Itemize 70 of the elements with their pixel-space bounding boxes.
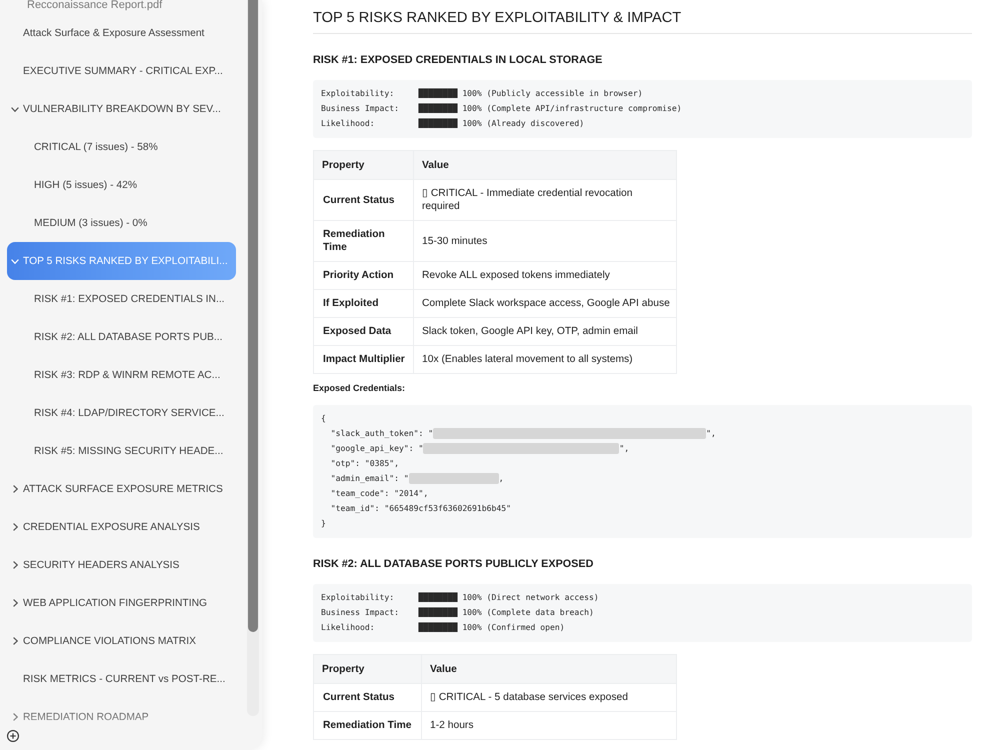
code-text: "otp": "0385", [330, 458, 399, 469]
table-cell: ▯ CRITICAL - Immediate credential revocation required [414, 180, 676, 220]
table-cell: 15-30 minutes [414, 220, 676, 262]
table-cell: Remediation Time [314, 712, 422, 740]
tree-item[interactable]: RISK #5: MISSING SECURITY HEADE... [7, 432, 236, 470]
code-text: "admin_email": " [330, 473, 409, 484]
table-cell: Revoke ALL exposed tokens immediately [414, 262, 676, 290]
code-text: Business Impact: ████████ 100% (Complete data breach) [321, 607, 594, 618]
tree-item[interactable]: REMEDIATION ROADMAP [7, 698, 236, 736]
tree-item[interactable]: CREDENTIAL EXPOSURE ANALYSIS [7, 508, 236, 546]
tree-item[interactable]: ATTACK SURFACE EXPOSURE METRICS [7, 470, 236, 508]
chevron-right-icon[interactable] [12, 485, 18, 493]
code-text: Likelihood: ████████ 100% (Already discovered) [321, 118, 584, 129]
code-text: ", [619, 443, 630, 454]
section-heading: RISK #2: ALL DATABASE PORTS PUBLICLY EXPOSED [313, 557, 594, 572]
chevron-right-icon[interactable] [12, 523, 18, 531]
code-text: "team_id": "665489cf53f63602691b6b45" [330, 503, 512, 514]
table-cell: Complete Slack workspace access, Google API abuse [414, 290, 676, 318]
scrollbar-thumb[interactable] [248, 0, 258, 632]
code-text: "team_code": "2014", [330, 488, 428, 499]
tree-item[interactable]: RISK METRICS - CURRENT vs POST-RE... [7, 660, 236, 698]
table-cell: Impact Multiplier [314, 346, 414, 374]
column-header: Property [314, 654, 422, 684]
column-header: Value [422, 654, 676, 684]
table-cell: Priority Action [314, 262, 414, 290]
code-text: "slack_auth_token": " [330, 428, 434, 439]
code-text: "google_api_key": " [330, 443, 424, 454]
chevron-right-icon[interactable] [12, 713, 18, 721]
column-header: Property [314, 150, 414, 180]
code-text: Exploitability: ████████ 100% (Publicly accessible in browser) [321, 88, 643, 99]
tree-item[interactable]: EXECUTIVE SUMMARY - CRITICAL EXP... [7, 52, 236, 90]
tree-item[interactable]: VULNERABILITY BREAKDOWN BY SEV... [7, 90, 236, 128]
tree-item[interactable]: RISK #3: RDP & WINRM REMOTE AC... [7, 356, 236, 394]
file-title: Recconaissance Report.pdf [26, 0, 162, 13]
code-text: Business Impact: ████████ 100% (Complete API/infrastructure compromise) [321, 103, 682, 114]
chevron-down-icon[interactable] [11, 106, 19, 112]
plus-circle-icon[interactable] [7, 730, 19, 742]
code-text: } [321, 518, 326, 529]
tree-item[interactable]: COMPLIANCE VIOLATIONS MATRIX [7, 622, 236, 660]
section-heading: RISK #1: EXPOSED CREDENTIALS IN LOCAL STORAGE [313, 53, 602, 68]
tree-item[interactable]: RISK #1: EXPOSED CREDENTIALS IN... [7, 280, 236, 318]
tree-item[interactable]: CRITICAL (7 issues) - 58% [7, 128, 236, 166]
table-cell: If Exploited [314, 290, 414, 318]
scrollbar-track[interactable] [247, 0, 259, 716]
table-cell: Current Status [314, 684, 422, 712]
column-header: Value [414, 150, 676, 180]
document-title: TOP 5 RISKS RANKED BY EXPLOITABILITY & IMPACT [313, 8, 972, 34]
tree-item[interactable]: MEDIUM (3 issues) - 0% [7, 204, 236, 242]
table-cell: ▯ CRITICAL - 5 database services exposed [422, 684, 676, 712]
code-text: { [321, 413, 326, 424]
table-cell: Slack token, Google API key, OTP, admin email [414, 318, 676, 346]
table-cell: Exposed Data [314, 318, 414, 346]
tree-item[interactable]: RISK #2: ALL DATABASE PORTS PUB... [7, 318, 236, 356]
table-cell: Remediation Time [314, 220, 414, 262]
code-text: , [498, 473, 504, 484]
chevron-right-icon[interactable] [12, 599, 18, 607]
chevron-right-icon[interactable] [12, 561, 18, 569]
tree-item[interactable]: SECURITY HEADERS ANALYSIS [7, 546, 236, 584]
table-cell: 10x (Enables lateral movement to all systems) [414, 346, 676, 374]
tree-item[interactable]: RISK #4: LDAP/DIRECTORY SERVICE... [7, 394, 236, 432]
tree-item[interactable]: HIGH (5 issues) - 42% [7, 166, 236, 204]
code-text: Exploitability: ████████ 100% (Direct network access) [321, 592, 599, 603]
tree-item[interactable]: Attack Surface & Exposure Assessment [7, 14, 236, 52]
chevron-right-icon[interactable] [12, 637, 18, 645]
tree-item[interactable]: WEB APPLICATION FINGERPRINTING [7, 584, 236, 622]
code-text: Likelihood: ████████ 100% (Confirmed open) [321, 622, 565, 633]
table-cell: Current Status [314, 180, 414, 220]
code-text: ", [706, 428, 716, 439]
block-caption: Exposed Credentials: [313, 382, 406, 394]
table-cell: 1-2 hours [422, 712, 676, 740]
